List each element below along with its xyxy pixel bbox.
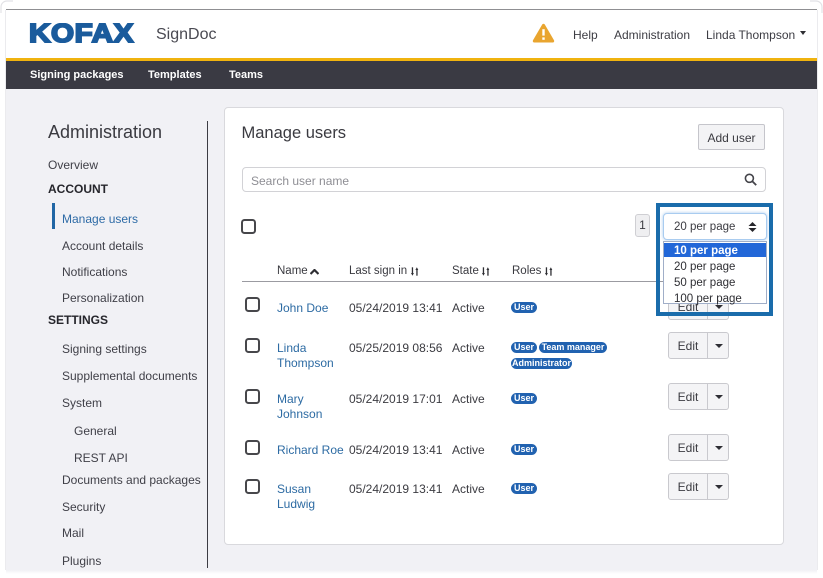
svg-text:KOFAX: KOFAX <box>29 23 134 43</box>
